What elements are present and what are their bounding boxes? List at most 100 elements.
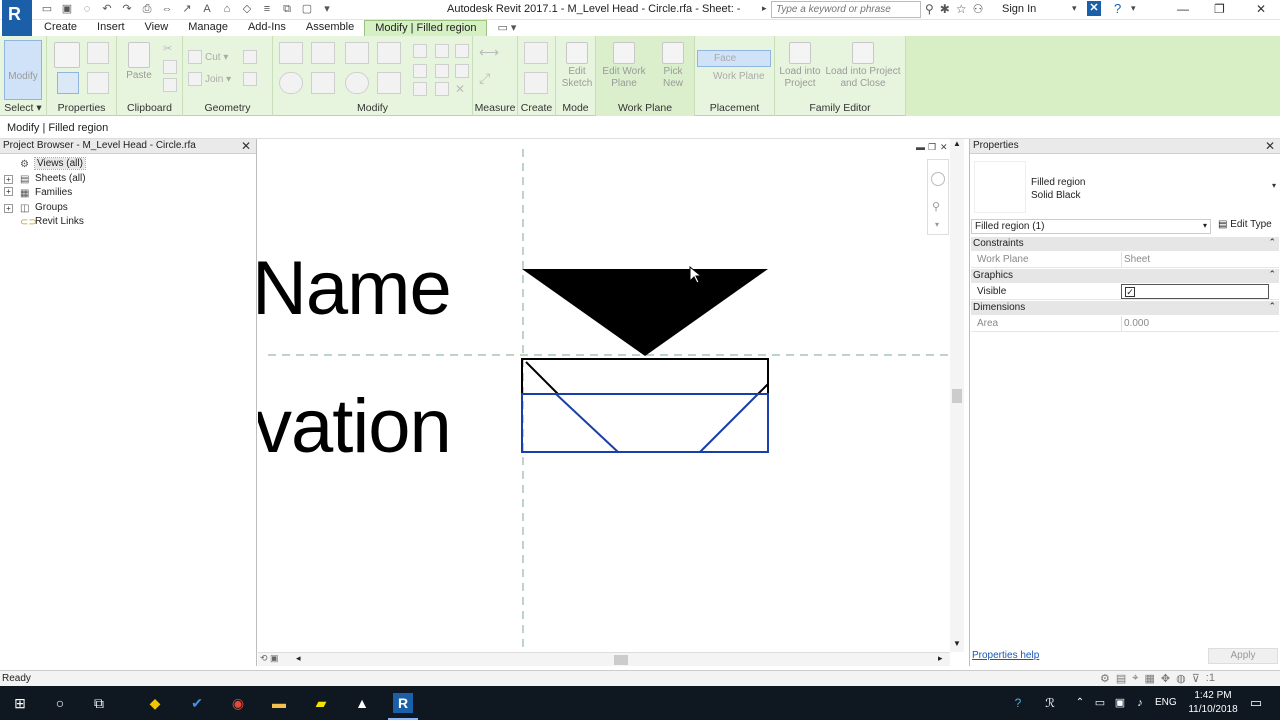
tree-item-views[interactable]: ⚙ Views (all) <box>4 157 86 173</box>
tab-create[interactable]: Create <box>34 20 87 36</box>
graphics-group[interactable]: Graphics ⌃ <box>971 269 1279 283</box>
filter-icon[interactable]: ⊽ <box>1192 672 1200 685</box>
minimize-icon[interactable]: — <box>1177 2 1189 16</box>
cope-icon[interactable] <box>188 50 202 64</box>
paste-button[interactable]: Paste <box>123 42 155 82</box>
section-icon[interactable]: ◇ <box>240 2 254 16</box>
sticky-notes-icon[interactable]: ▰ <box>311 693 331 713</box>
match-type-icon[interactable] <box>163 78 177 92</box>
properties-icon[interactable] <box>57 72 79 94</box>
horizontal-scroll-thumb[interactable] <box>614 655 628 665</box>
tab-view[interactable]: View <box>135 20 179 36</box>
mirror-axis-icon[interactable] <box>345 42 369 64</box>
instance-filter-select[interactable]: Filled region (1) ▾ <box>971 219 1211 234</box>
properties-help-link[interactable]: Properties help <box>972 650 1039 661</box>
view-minimize-icon[interactable]: ▬ <box>916 142 925 152</box>
drawing-canvas[interactable]: Name vation ▬ ❐ ✕ ⚲ ▾ ▲ ▼ ⟲ ▣ ◂ ▸ <box>258 139 964 666</box>
expand-icon[interactable]: + <box>4 203 13 213</box>
dimension-icon[interactable]: ↗ <box>180 2 194 16</box>
chrome-icon[interactable]: ◉ <box>228 693 248 713</box>
vertical-scroll-thumb[interactable] <box>952 389 962 403</box>
revit-app-menu-button[interactable]: R <box>2 0 32 36</box>
unpin-icon[interactable] <box>455 64 469 78</box>
search-expand-icon[interactable]: ▸ <box>762 3 767 14</box>
join-icon[interactable] <box>188 72 202 86</box>
network-icon[interactable]: ▣ <box>1110 693 1130 713</box>
select-pinned-icon[interactable]: ⌖ <box>1132 672 1138 685</box>
edit-work-plane-button[interactable]: Edit Work Plane <box>598 42 650 90</box>
face-button[interactable]: Face <box>697 50 771 67</box>
thin-lines-icon[interactable]: ≡ <box>260 2 274 16</box>
ribbon-minimize-toggle[interactable]: ▭ ▾ <box>487 20 526 36</box>
copy-icon[interactable] <box>163 60 177 74</box>
cut-icon[interactable]: ✂ <box>163 42 177 56</box>
tab-modify-filled-region[interactable]: Modify | Filled region <box>364 20 488 36</box>
user-icon[interactable]: ⚇ <box>973 2 984 16</box>
trim-single-icon[interactable] <box>413 82 427 96</box>
tree-item-revit-links[interactable]: ⊂⊃ Revit Links <box>4 216 86 231</box>
tab-insert[interactable]: Insert <box>87 20 135 36</box>
save-icon[interactable]: ▣ <box>60 2 74 16</box>
language-indicator[interactable]: ENG <box>1155 697 1177 708</box>
windows-start-icon[interactable]: ⊞ <box>10 693 30 713</box>
background-process-icon[interactable]: ◍ <box>1176 672 1186 685</box>
load-into-project-close-button[interactable]: Load into Project and Close <box>823 42 903 90</box>
drag-elements-icon[interactable]: ✥ <box>1161 672 1170 685</box>
people-icon[interactable]: ℛ <box>1040 693 1060 713</box>
work-plane-button[interactable]: Work Plane <box>697 70 771 85</box>
label-name-text[interactable]: Name <box>258 245 452 332</box>
expand-icon[interactable]: + <box>4 187 13 196</box>
type-selector[interactable]: Filled region Solid Black <box>1031 176 1085 202</box>
search-input[interactable] <box>771 1 921 18</box>
todo-icon[interactable]: ✔ <box>187 693 207 713</box>
measure-icon[interactable]: ⇔ <box>160 2 174 16</box>
vertical-scrollbar[interactable]: ▲ ▼ <box>950 139 964 652</box>
restore-icon[interactable]: ❐ <box>1214 2 1225 16</box>
label-frame[interactable] <box>521 358 769 453</box>
zoom-dropdown-icon[interactable]: ▾ <box>935 220 939 229</box>
redo-icon[interactable]: ↷ <box>120 2 134 16</box>
create-similar-icon[interactable] <box>524 42 548 64</box>
sync-icon[interactable]: ◌ <box>80 2 94 16</box>
constraints-group[interactable]: Constraints ⌃ <box>971 237 1279 251</box>
category-icon[interactable] <box>87 72 109 94</box>
task-view-icon[interactable]: ⧉ <box>89 693 109 713</box>
edit-type-button[interactable]: ▤ Edit Type <box>1218 219 1272 230</box>
visible-field[interactable]: ✓ <box>1121 284 1269 299</box>
horizontal-scrollbar[interactable]: ⟲ ▣ ◂ ▸ <box>258 652 950 666</box>
3d-view-icon[interactable]: ⌂ <box>220 2 234 16</box>
binoculars-icon[interactable]: ⚲ <box>925 2 934 16</box>
rotate-icon[interactable] <box>345 72 369 94</box>
move-icon[interactable] <box>279 72 303 94</box>
close-hidden-icon[interactable]: ⧉ <box>280 2 294 16</box>
print-icon[interactable]: ⎙ <box>140 2 154 16</box>
aligned-dimension-icon[interactable]: ⤢ <box>479 70 505 88</box>
undo-icon[interactable]: ↶ <box>100 2 114 16</box>
text-icon[interactable]: A <box>200 2 214 16</box>
visible-checkbox[interactable]: ✓ <box>1125 287 1135 297</box>
expand-icon[interactable]: + <box>4 174 13 184</box>
view-restore-icon[interactable]: ❐ <box>928 142 936 153</box>
mirror-draw-icon[interactable] <box>377 42 401 64</box>
tab-manage[interactable]: Manage <box>178 20 238 36</box>
clock[interactable]: 1:42 PM 11/10/2018 <box>1183 689 1243 717</box>
action-center-icon[interactable]: ▭ <box>1246 693 1266 713</box>
split-icon[interactable] <box>413 44 427 58</box>
select-links-icon[interactable]: ⚙ <box>1100 672 1110 685</box>
volume-icon[interactable]: ♪ <box>1130 693 1150 713</box>
modify-button[interactable]: Modify <box>4 40 42 100</box>
join-button[interactable]: Join ▾ <box>205 74 231 86</box>
trim-extend-icon[interactable] <box>377 72 401 94</box>
load-into-project-button[interactable]: Load into Project <box>777 42 823 90</box>
tree-item-groups[interactable]: + ◫ Groups <box>4 202 86 217</box>
collapse-icon[interactable]: ⌃ <box>1268 237 1276 248</box>
favorites-star-icon[interactable]: ☆ <box>956 2 967 16</box>
close-icon[interactable]: ✕ <box>1256 2 1266 16</box>
label-elevation-text[interactable]: vation <box>258 383 452 470</box>
photos-icon[interactable]: ▲ <box>352 693 372 713</box>
cortana-icon[interactable]: ○ <box>50 693 70 713</box>
switch-windows-icon[interactable]: ▢ <box>300 2 314 16</box>
zoom-icon[interactable]: ⚲ <box>932 200 944 214</box>
selected-filled-region[interactable] <box>521 393 769 453</box>
pin-icon[interactable] <box>455 44 469 58</box>
